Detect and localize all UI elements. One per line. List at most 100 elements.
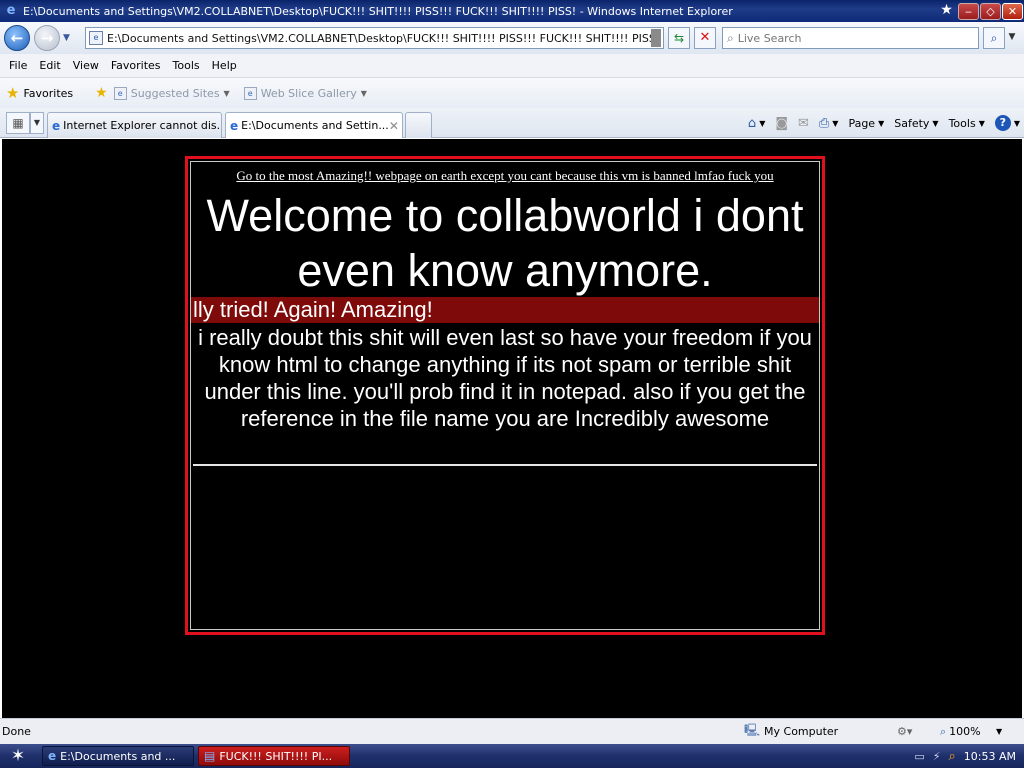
home-button[interactable]: ⌂ ▼ — [748, 116, 765, 131]
web-slice-gallery-link[interactable]: e Web Slice Gallery ▼ — [243, 86, 367, 100]
search-box[interactable]: ⌕ — [722, 27, 979, 49]
favorites-bar: ★ Favorites ★ e Suggested Sites ▼ e Web … — [0, 78, 1024, 108]
page-icon: e — [113, 86, 127, 100]
security-zone[interactable]: 🖳 My Computer — [744, 721, 838, 742]
favorites-button[interactable]: Favorites — [23, 87, 73, 100]
zoom-label: 100% — [949, 725, 981, 738]
page-heading: Welcome to collabworld i dont even know … — [206, 190, 804, 296]
chevron-down-icon: ▼ — [360, 88, 367, 98]
search-options-dropdown[interactable]: ▼ — [1006, 27, 1018, 49]
menu-view[interactable]: View — [68, 59, 104, 72]
help-button[interactable]: ? ▼ — [994, 115, 1020, 131]
ie-icon: e — [48, 749, 57, 763]
start-star-icon: ✶ — [10, 746, 26, 766]
magnifier-icon: ⌕ — [990, 31, 998, 45]
computer-icon: 🖳 — [744, 723, 761, 737]
recent-pages-dropdown[interactable]: ▼ — [63, 33, 75, 43]
browser-window: e E:\Documents and Settings\VM2.COLLABNE… — [0, 0, 1024, 768]
feed-icon: ◙ — [775, 115, 788, 131]
tab-label: E:\Documents and Settin... — [241, 119, 389, 132]
minimize-button[interactable]: ‒ — [958, 2, 979, 20]
page-menu[interactable]: Page ▼ — [848, 117, 884, 130]
clock[interactable]: 10:53 AM — [964, 750, 1016, 763]
network-icon[interactable]: ⚡ — [933, 750, 941, 763]
red-border-box: Go to the most Amazing!! webpage on eart… — [185, 156, 825, 635]
star-icon: ★ — [940, 1, 953, 18]
favorites-star-icon: ★ — [6, 84, 20, 102]
chevron-down-icon: ▼ — [1013, 118, 1020, 128]
print-button[interactable]: ⎙ ▼ — [819, 116, 839, 131]
task-label: E:\Documents and ... — [60, 749, 176, 763]
page-icon: e — [243, 86, 257, 100]
status-text: Done — [2, 725, 31, 738]
chevron-down-icon[interactable]: ▼ — [996, 727, 1002, 736]
status-bar: Done 🖳 My Computer ⚙▾ ⌕ 100% ▼ — [0, 718, 1024, 744]
safety-menu-label: Safety — [894, 116, 930, 130]
system-tray: ▭ ⚡ ⌕ 10:53 AM — [870, 744, 1024, 768]
close-button[interactable]: ✕ — [1002, 2, 1023, 20]
marquee-text: lly tried! Again! Amazing! — [193, 297, 433, 322]
feeds-button[interactable]: ◙ — [775, 116, 788, 131]
menu-edit[interactable]: Edit — [34, 59, 65, 72]
start-button[interactable]: ✶ — [2, 745, 34, 767]
tab-active-document[interactable]: e E:\Documents and Settin... ✕ — [225, 112, 403, 138]
search-input[interactable] — [737, 31, 958, 45]
page-menu-label: Page — [848, 116, 876, 130]
menu-file[interactable]: File — [4, 59, 32, 72]
command-bar: ⌂ ▼ ◙ ✉ ⎙ ▼ Page ▼ Safety ▼ Tools ▼ ? ▼ — [738, 112, 1020, 134]
back-arrow-icon: ← — [10, 29, 24, 47]
page-content: Go to the most Amazing!! webpage on eart… — [2, 139, 1022, 718]
ie-page-icon: e — [230, 118, 239, 133]
quick-tabs-button[interactable]: ▦ — [6, 112, 30, 134]
tab-error-page[interactable]: e Internet Explorer cannot dis... — [47, 112, 222, 138]
forward-arrow-icon: → — [40, 29, 54, 47]
taskbar: ✶ e E:\Documents and ... ▤ FUCK!!! SHIT!… — [0, 744, 1024, 768]
menu-favorites[interactable]: Favorites — [106, 59, 166, 72]
tab-list-dropdown[interactable]: ▼ — [30, 112, 44, 134]
search-button[interactable]: ⌕ — [983, 27, 1005, 49]
chevron-down-icon: ▼ — [878, 118, 885, 128]
refresh-button[interactable]: ⇆ — [668, 27, 690, 49]
page-icon: e — [89, 31, 103, 45]
tools-menu-label: Tools — [948, 116, 976, 130]
refresh-icon: ⇆ — [673, 31, 685, 45]
tab-label: Internet Explorer cannot dis... — [63, 119, 222, 132]
address-bar[interactable]: e E:\Documents and Settings\VM2.COLLABNE… — [85, 27, 664, 49]
grid-icon: ▦ — [12, 116, 24, 130]
stop-button[interactable]: ✕ — [694, 27, 716, 49]
tools-menu[interactable]: Tools ▼ — [949, 117, 985, 130]
body-paragraph: i really doubt this shit will even last … — [198, 325, 812, 431]
window-title: E:\Documents and Settings\VM2.COLLABNET\… — [23, 4, 733, 18]
amazing-webpage-link[interactable]: Go to the most Amazing!! webpage on eart… — [191, 168, 819, 184]
add-favorite-icon[interactable]: ★ — [95, 85, 108, 101]
forward-button[interactable]: → — [34, 25, 60, 51]
printer-icon: ⎙ — [818, 115, 830, 131]
address-url[interactable]: E:\Documents and Settings\VM2.COLLABNET\… — [107, 32, 651, 45]
chevron-down-icon: ▼ — [223, 88, 230, 98]
notepad-icon: ▤ — [204, 749, 216, 763]
close-tab-icon[interactable]: ✕ — [389, 119, 399, 133]
zoom-icon: ⌕ — [940, 724, 947, 738]
read-mail-button[interactable]: ✉ — [798, 116, 809, 131]
address-scrollbar[interactable] — [651, 29, 661, 47]
menu-tools[interactable]: Tools — [168, 59, 205, 72]
taskbar-item-notepad[interactable]: ▤ FUCK!!! SHIT!!!! PI... — [198, 746, 350, 766]
keyboard-icon[interactable]: ▭ — [914, 750, 924, 763]
back-button[interactable]: ← — [4, 25, 30, 51]
suggested-sites-link[interactable]: e Suggested Sites ▼ — [113, 86, 230, 100]
new-tab-button[interactable] — [405, 112, 432, 138]
chevron-down-icon: ▼ — [932, 118, 939, 128]
protected-mode-icon[interactable]: ⚙▾ — [897, 725, 912, 738]
magnifier-icon[interactable]: ⌕ — [949, 749, 956, 764]
address-row: ← → ▼ e E:\Documents and Settings\VM2.CO… — [0, 22, 1024, 54]
stop-icon: ✕ — [699, 30, 711, 45]
ie-page-icon: e — [52, 118, 61, 133]
search-icon: ⌕ — [727, 30, 734, 45]
menu-help[interactable]: Help — [207, 59, 242, 72]
zoom-level[interactable]: ⌕ 100% — [940, 725, 981, 739]
maximize-button[interactable]: ◇ — [980, 2, 1001, 20]
taskbar-item-ie[interactable]: e E:\Documents and ... — [42, 746, 194, 766]
home-icon: ⌂ — [747, 115, 757, 131]
safety-menu[interactable]: Safety ▼ — [894, 117, 938, 130]
menu-bar: File Edit View Favorites Tools Help — [0, 54, 1024, 78]
